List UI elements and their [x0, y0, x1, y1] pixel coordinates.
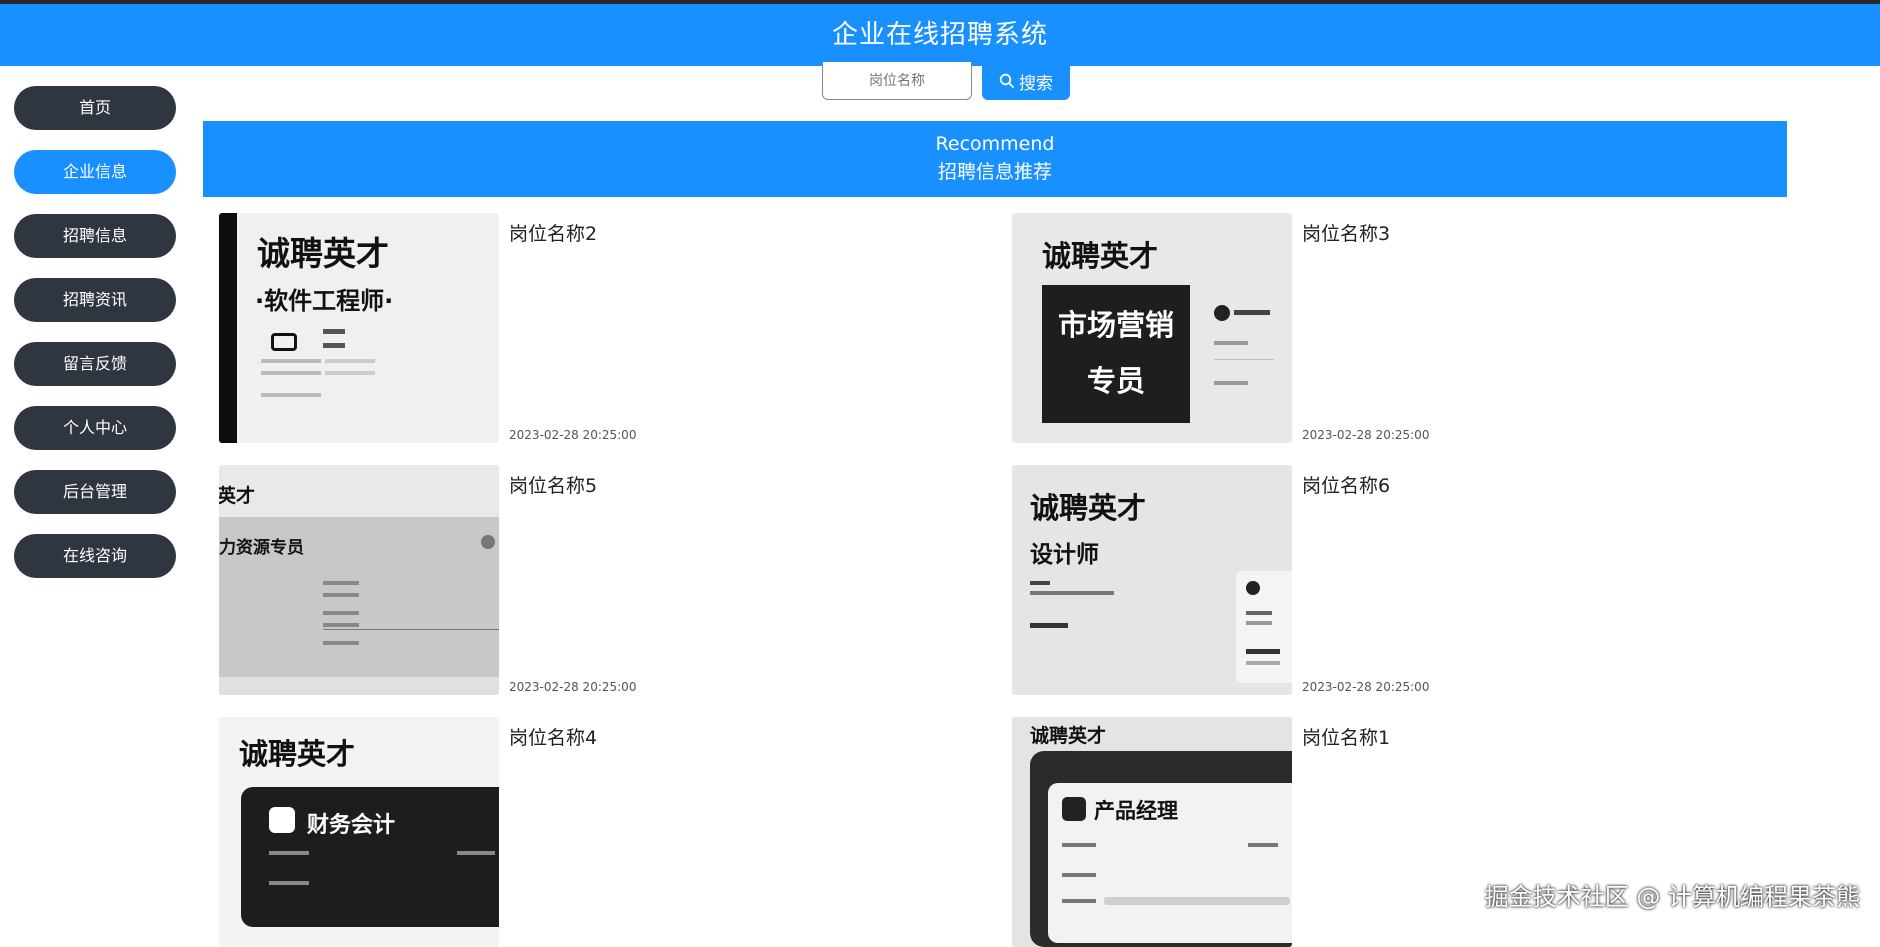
nav-item-home[interactable]: 首页	[14, 86, 176, 130]
poster-role: 力资源专员	[219, 533, 304, 558]
job-poster-image[interactable]: 诚聘英才 财务会计	[219, 717, 499, 947]
job-title[interactable]: 岗位名称5	[509, 471, 597, 498]
nav-item-recruit-news[interactable]: 招聘资讯	[14, 278, 176, 322]
poster-role: 财务会计	[307, 807, 395, 839]
nav-item-feedback[interactable]: 留言反馈	[14, 342, 176, 386]
banner-title-cn: 招聘信息推荐	[203, 157, 1787, 184]
watermark: 掘金技术社区 @ 计算机编程果茶熊	[1485, 877, 1860, 912]
job-card[interactable]: 诚聘英才 财务会计 岗位名称4	[219, 717, 919, 947]
site-title: 企业在线招聘系统	[832, 20, 1048, 50]
nav-item-admin[interactable]: 后台管理	[14, 470, 176, 514]
poster-role: ·软件工程师·	[255, 281, 393, 316]
nav-item-personal-center[interactable]: 个人中心	[14, 406, 176, 450]
job-title[interactable]: 岗位名称2	[509, 219, 597, 246]
search-input[interactable]	[822, 62, 972, 100]
company-logo-icon	[1214, 305, 1230, 321]
poster-heading: 诚聘英才	[239, 731, 355, 773]
company-logo-icon	[481, 535, 495, 549]
poster-heading: 英才	[219, 481, 255, 508]
site-header: 企业在线招聘系统	[0, 4, 1880, 66]
job-title[interactable]: 岗位名称1	[1302, 723, 1390, 750]
job-card[interactable]: 诚聘英才 市场营销专员 岗位名称3 2023-02-28 20:25:00	[1012, 213, 1712, 443]
job-poster-image[interactable]: 英才 力资源专员	[219, 465, 499, 695]
job-time: 2023-02-28 20:25:00	[509, 680, 636, 694]
nav-item-online-consult[interactable]: 在线咨询	[14, 534, 176, 578]
job-card[interactable]: 诚聘英才 设计师 岗位名称6 2023-02-28 20:25:00	[1012, 465, 1712, 695]
company-logo-icon	[1246, 581, 1260, 595]
job-poster-image[interactable]: 诚聘英才 ·软件工程师·	[219, 213, 499, 443]
job-poster-image[interactable]: 诚聘英才 市场营销专员	[1012, 213, 1292, 443]
poster-heading: 诚聘英才	[1030, 721, 1106, 748]
job-title[interactable]: 岗位名称6	[1302, 471, 1390, 498]
company-logo-icon	[271, 333, 297, 351]
banner-title-en: Recommend	[203, 133, 1787, 155]
sidebar-nav: 首页 企业信息 招聘信息 招聘资讯 留言反馈 个人中心 后台管理 在线咨询	[14, 86, 176, 598]
search-icon	[999, 73, 1015, 89]
job-time: 2023-02-28 20:25:00	[509, 428, 636, 442]
nav-item-company-info[interactable]: 企业信息	[14, 150, 176, 194]
poster-heading: 诚聘英才	[1042, 233, 1158, 275]
nav-item-job-posts[interactable]: 招聘信息	[14, 214, 176, 258]
job-poster-image[interactable]: 诚聘英才 产品经理	[1012, 717, 1292, 947]
job-poster-image[interactable]: 诚聘英才 设计师	[1012, 465, 1292, 695]
poster-heading: 诚聘英才	[257, 227, 389, 275]
company-logo-icon	[1062, 797, 1086, 821]
job-time: 2023-02-28 20:25:00	[1302, 428, 1429, 442]
poster-role: 市场营销专员	[1048, 297, 1184, 409]
search-button-label: 搜索	[1019, 69, 1053, 94]
job-title[interactable]: 岗位名称4	[509, 723, 597, 750]
job-time: 2023-02-28 20:25:00	[1302, 680, 1429, 694]
job-title[interactable]: 岗位名称3	[1302, 219, 1390, 246]
poster-heading: 诚聘英才	[1030, 485, 1146, 527]
job-card[interactable]: 诚聘英才 产品经理 岗位名称1	[1012, 717, 1712, 947]
recommend-banner: Recommend 招聘信息推荐	[203, 121, 1787, 197]
search-button[interactable]: 搜索	[982, 62, 1070, 100]
company-logo-icon	[269, 807, 295, 833]
job-card[interactable]: 英才 力资源专员 岗位名称5 2023-02-28 20:25:00	[219, 465, 919, 695]
job-card[interactable]: 诚聘英才 ·软件工程师· 岗位名称2 2023-02-28 20:25:00	[219, 213, 919, 443]
poster-role: 设计师	[1030, 535, 1099, 569]
poster-role: 产品经理	[1094, 795, 1178, 825]
